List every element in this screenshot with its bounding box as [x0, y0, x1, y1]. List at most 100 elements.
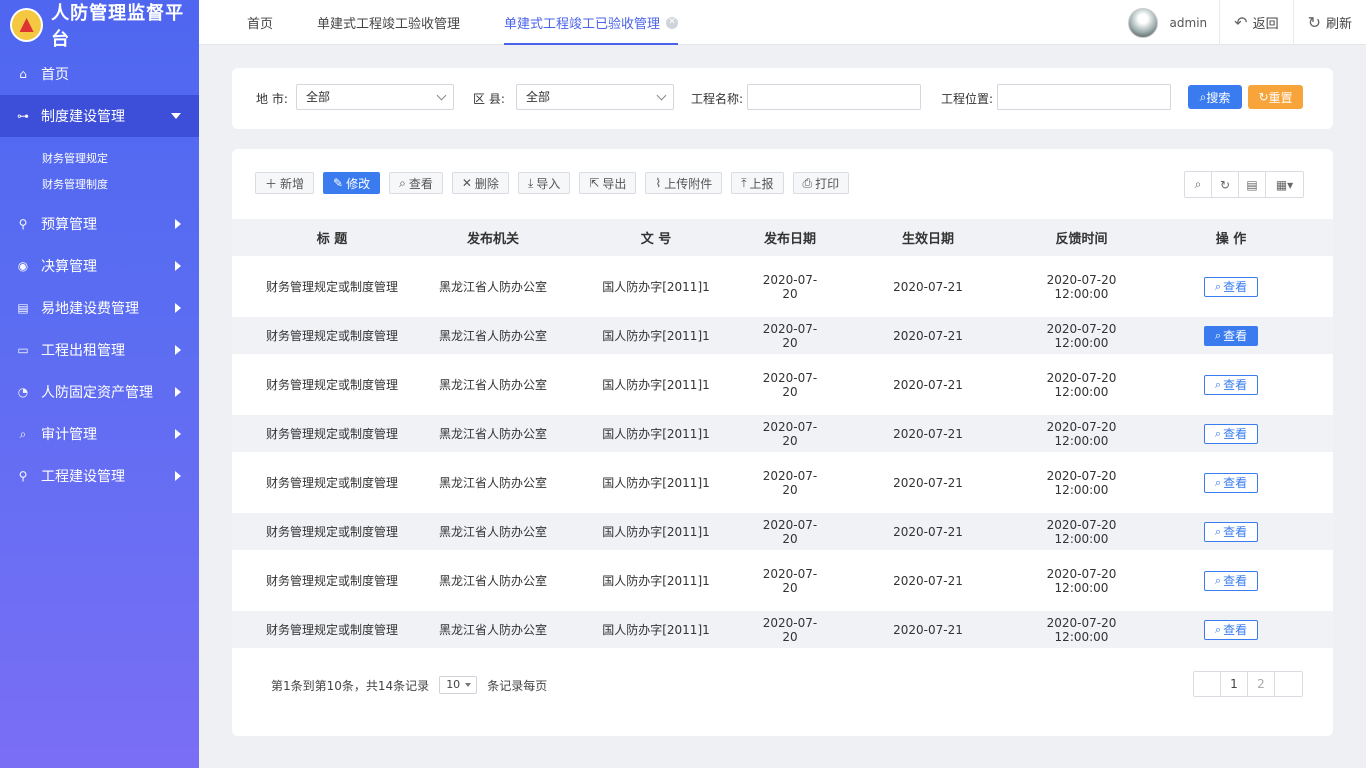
row-view-button[interactable]: ⌕ 查看: [1204, 472, 1258, 493]
user-icon: ⚲: [18, 217, 28, 231]
reset-button[interactable]: ↻ 重置: [1248, 85, 1303, 109]
search-button[interactable]: ⌕ 搜索: [1188, 85, 1242, 109]
row-view-label: 查看: [1223, 525, 1248, 539]
table-row[interactable]: 财务管理规定或制度管理 黑龙江省人防办公室 国人防办字[2011]1 2020-07-…: [232, 452, 1333, 513]
table-cell: 黑龙江省人防办公室: [438, 329, 547, 343]
table-cell: 国人防办字[2011]1: [602, 378, 710, 392]
table-cell: 国人防办字[2011]1: [602, 280, 710, 294]
action-cell: ⌕ 查看: [1129, 276, 1333, 297]
sidebar-item-label: 易地建设费管理: [41, 301, 139, 317]
table-cell: 国人防办字[2011]1: [602, 476, 710, 490]
row-view-button[interactable]: ⌕ 查看: [1204, 325, 1258, 346]
sidebar-item-label: 决算管理: [41, 259, 97, 275]
upload-attachment-button[interactable]: ⌇ 上传附件: [645, 172, 723, 194]
sidebar-item[interactable]: ▤ 易地建设费管理: [0, 287, 199, 329]
refresh-button[interactable]: ↻ 刷新: [1292, 0, 1366, 45]
table-cell: 财务管理规定或制度管理: [265, 378, 398, 392]
row-view-button[interactable]: ⌕ 查看: [1204, 570, 1258, 591]
column-header: 操 作: [1215, 232, 1247, 247]
chevron-icon: [175, 387, 181, 397]
sidebar-item[interactable]: ◔ 人防固定资产管理: [0, 371, 199, 413]
table-row[interactable]: 财务管理规定或制度管理 黑龙江省人防办公室 国人防办字[2011]1 2020-07-…: [232, 317, 1333, 354]
tab[interactable]: 首页: [199, 0, 295, 45]
delete-button[interactable]: ✕ 删除: [451, 172, 509, 194]
table-cell: 2020-07-20: [762, 566, 818, 595]
tab-bar: 首页 单建式工程竣工验收管理 单建式工程竣工已验收管理 ✕: [199, 0, 700, 45]
row-view-label: 查看: [1223, 623, 1248, 637]
search-icon: ⌕: [1214, 524, 1222, 538]
upload-label: 上传附件: [664, 176, 713, 191]
row-view-button[interactable]: ⌕ 查看: [1204, 423, 1258, 444]
next-page-button[interactable]: [1275, 672, 1302, 696]
table-export-icon[interactable]: ▤: [1239, 172, 1266, 197]
logo-emblem-icon: [10, 8, 44, 42]
chevron-icon: [175, 303, 181, 313]
column-toggle-icon[interactable]: ▦▾: [1266, 172, 1303, 197]
export-button[interactable]: ⇱ 导出: [579, 172, 637, 194]
project-name-input[interactable]: [747, 84, 921, 110]
avatar[interactable]: [1127, 7, 1158, 38]
table-row[interactable]: 财务管理规定或制度管理 黑龙江省人防办公室 国人防办字[2011]1 2020-07-…: [232, 354, 1333, 415]
table-cell: 2020-07-20: [762, 370, 818, 399]
sidebar-item[interactable]: ⚲ 工程建设管理: [0, 455, 199, 497]
add-label: 新增: [280, 176, 305, 191]
username[interactable]: admin: [1170, 16, 1208, 30]
tab[interactable]: 单建式工程竣工验收管理: [295, 0, 482, 45]
tab[interactable]: 单建式工程竣工已验收管理 ✕: [482, 0, 700, 45]
sidebar-item[interactable]: ⊶ 制度建设管理: [0, 95, 199, 137]
table-cell: 2020-07-20: [762, 419, 818, 448]
table-cell: 黑龙江省人防办公室: [438, 378, 547, 392]
column-header: 发布机关: [466, 232, 519, 247]
tab-label: 单建式工程竣工已验收管理: [504, 17, 661, 32]
city-select[interactable]: 全部: [296, 84, 454, 110]
table-row[interactable]: 财务管理规定或制度管理 黑龙江省人防办公室 国人防办字[2011]1 2020-07-…: [232, 611, 1333, 648]
row-view-label: 查看: [1223, 476, 1248, 490]
upload-icon: ⤒: [741, 175, 747, 190]
back-button[interactable]: ↶ 返回: [1219, 0, 1292, 45]
column-header: 文 号: [640, 232, 672, 247]
pagination: 12: [1193, 671, 1303, 697]
page-size-select[interactable]: 10: [439, 676, 478, 694]
sidebar-item[interactable]: ⌂ 首页: [0, 53, 199, 95]
table-row[interactable]: 财务管理规定或制度管理 黑龙江省人防办公室 国人防办字[2011]1 2020-07-…: [232, 256, 1333, 317]
row-view-button[interactable]: ⌕ 查看: [1204, 374, 1258, 395]
sidebar-item[interactable]: ⚲ 预算管理: [0, 203, 199, 245]
city-select-value: 全部: [306, 90, 331, 104]
sidebar-item-label: 制度建设管理: [41, 109, 125, 125]
table-cell: 黑龙江省人防办公室: [438, 623, 547, 637]
action-cell: ⌕ 查看: [1129, 619, 1333, 640]
search-icon: ⌕: [1214, 279, 1222, 293]
table-row[interactable]: 财务管理规定或制度管理 黑龙江省人防办公室 国人防办字[2011]1 2020-07-…: [232, 513, 1333, 550]
sidebar-item[interactable]: ⌕ 审计管理: [0, 413, 199, 455]
prev-page-button[interactable]: [1194, 672, 1221, 696]
add-button[interactable]: ＋新增: [255, 172, 315, 194]
row-view-label: 查看: [1223, 280, 1248, 294]
report-button[interactable]: ⤒ 上报: [731, 172, 784, 194]
report-label: 上报: [749, 176, 774, 191]
sidebar-item[interactable]: ▭ 工程出租管理: [0, 329, 199, 371]
import-button[interactable]: ⤓ 导入: [517, 172, 571, 194]
district-select[interactable]: 全部: [516, 84, 674, 110]
page-number[interactable]: 2: [1248, 672, 1275, 696]
print-button[interactable]: ⎙ 打印: [792, 172, 850, 194]
project-location-input[interactable]: [997, 84, 1171, 110]
table-cell: 国人防办字[2011]1: [602, 623, 710, 637]
table-refresh-icon[interactable]: ↻: [1212, 172, 1239, 197]
sidebar-subitem[interactable]: 财务管理规定: [0, 145, 199, 171]
chevron-down-icon: [656, 90, 667, 101]
table-cell: 财务管理规定或制度管理: [265, 476, 398, 490]
page-number[interactable]: 1: [1221, 672, 1248, 696]
row-view-button[interactable]: ⌕ 查看: [1204, 619, 1258, 640]
sidebar-subitem[interactable]: 财务管理制度: [0, 171, 199, 197]
edit-button[interactable]: ✎ 修改: [323, 172, 381, 194]
row-view-button[interactable]: ⌕ 查看: [1204, 276, 1258, 297]
row-view-button[interactable]: ⌕ 查看: [1204, 521, 1258, 542]
close-icon[interactable]: ✕: [666, 16, 679, 29]
chevron-down-icon: [436, 90, 447, 101]
table-row[interactable]: 财务管理规定或制度管理 黑龙江省人防办公室 国人防办字[2011]1 2020-07-…: [232, 550, 1333, 611]
table-search-icon[interactable]: ⌕: [1185, 172, 1212, 197]
view-button[interactable]: ⌕ 查看: [389, 172, 443, 194]
sidebar-item[interactable]: ◉ 决算管理: [0, 245, 199, 287]
table-cell: 财务管理规定或制度管理: [265, 525, 398, 539]
table-row[interactable]: 财务管理规定或制度管理 黑龙江省人防办公室 国人防办字[2011]1 2020-07-…: [232, 415, 1333, 452]
